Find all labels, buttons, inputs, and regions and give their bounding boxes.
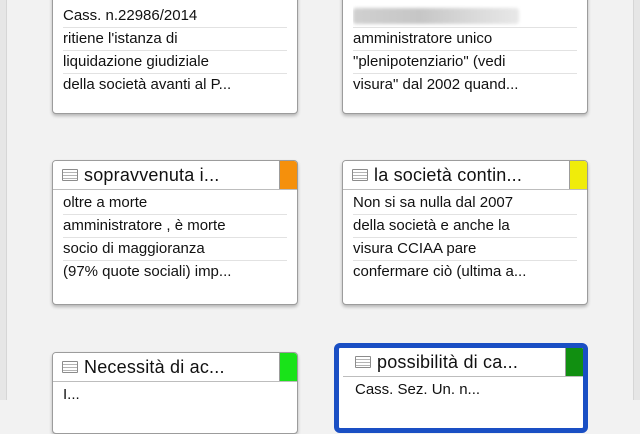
- card-synopsis[interactable]: oltre a morte amministratore , è morte s…: [53, 190, 297, 289]
- card-title[interactable]: sopravvenuta i...: [84, 165, 219, 186]
- card-title[interactable]: la società contin...: [374, 165, 522, 186]
- index-card[interactable]: Cass. n.22986/2014 ritiene l'istanza di …: [52, 0, 298, 114]
- card-header[interactable]: sopravvenuta i...: [53, 161, 297, 190]
- redacted-text-blur: [353, 8, 519, 25]
- note-icon: [355, 356, 371, 368]
- corkboard: Cass. n.22986/2014 ritiene l'istanza di …: [0, 0, 640, 434]
- card-synopsis: amministratore unico "plenipotenziario" …: [343, 0, 587, 102]
- card-synopsis[interactable]: I...: [53, 382, 297, 412]
- card-header[interactable]: la società contin...: [343, 161, 587, 190]
- label-color-tab: [565, 348, 583, 376]
- label-color-tab: [279, 161, 297, 189]
- synopsis-line: Cass. Sez. Un. n...: [355, 381, 481, 398]
- synopsis-line: amministratore , è morte: [63, 215, 287, 238]
- card-synopsis: Cass. n.22986/2014 ritiene l'istanza di …: [53, 0, 297, 102]
- card-synopsis[interactable]: Non si sa nulla dal 2007 della società e…: [343, 190, 587, 289]
- synopsis-line: visura CCIAA pare: [353, 238, 577, 261]
- synopsis-line: (97% quote sociali) imp...: [63, 263, 232, 280]
- index-card[interactable]: amministratore unico "plenipotenziario" …: [342, 0, 588, 114]
- index-card[interactable]: la società contin... Non si sa nulla dal…: [342, 160, 588, 305]
- synopsis-line: visura" dal 2002 quand...: [353, 76, 519, 93]
- index-card-selected[interactable]: possibilità di ca... Cass. Sez. Un. n...: [334, 343, 588, 433]
- card-title[interactable]: possibilità di ca...: [377, 352, 518, 373]
- board-left-edge: [0, 0, 7, 400]
- note-icon: [62, 169, 78, 181]
- synopsis-line: ritiene l'istanza di: [63, 28, 287, 51]
- synopsis-line: della società e anche la: [353, 215, 577, 238]
- synopsis-line: "plenipotenziario" (vedi: [353, 51, 577, 74]
- index-card[interactable]: sopravvenuta i... oltre a morte amminist…: [52, 160, 298, 305]
- label-color-tab: [569, 161, 587, 189]
- synopsis-line: Non si sa nulla dal 2007: [353, 192, 577, 215]
- synopsis-line: amministratore unico: [353, 28, 577, 51]
- card-header[interactable]: Necessità di ac...: [53, 353, 297, 382]
- synopsis-line: socio di maggioranza: [63, 238, 287, 261]
- synopsis-line: confermare ciò (ultima a...: [353, 263, 527, 280]
- note-icon: [352, 169, 368, 181]
- card-header[interactable]: possibilità di ca...: [343, 348, 583, 377]
- label-color-tab: [279, 353, 297, 381]
- card-synopsis[interactable]: Cass. Sez. Un. n...: [339, 377, 583, 407]
- note-icon: [62, 361, 78, 373]
- synopsis-line: oltre a morte: [63, 192, 287, 215]
- synopsis-line: liquidazione giudiziale: [63, 51, 287, 74]
- card-title[interactable]: Necessità di ac...: [84, 357, 225, 378]
- board-right-edge: [633, 0, 640, 400]
- redacted-line: [353, 5, 577, 28]
- synopsis-line: Cass. n.22986/2014: [63, 5, 287, 28]
- index-card[interactable]: Necessità di ac... I...: [52, 352, 298, 434]
- synopsis-line: I...: [63, 386, 80, 403]
- synopsis-line: della società avanti al P...: [63, 76, 232, 93]
